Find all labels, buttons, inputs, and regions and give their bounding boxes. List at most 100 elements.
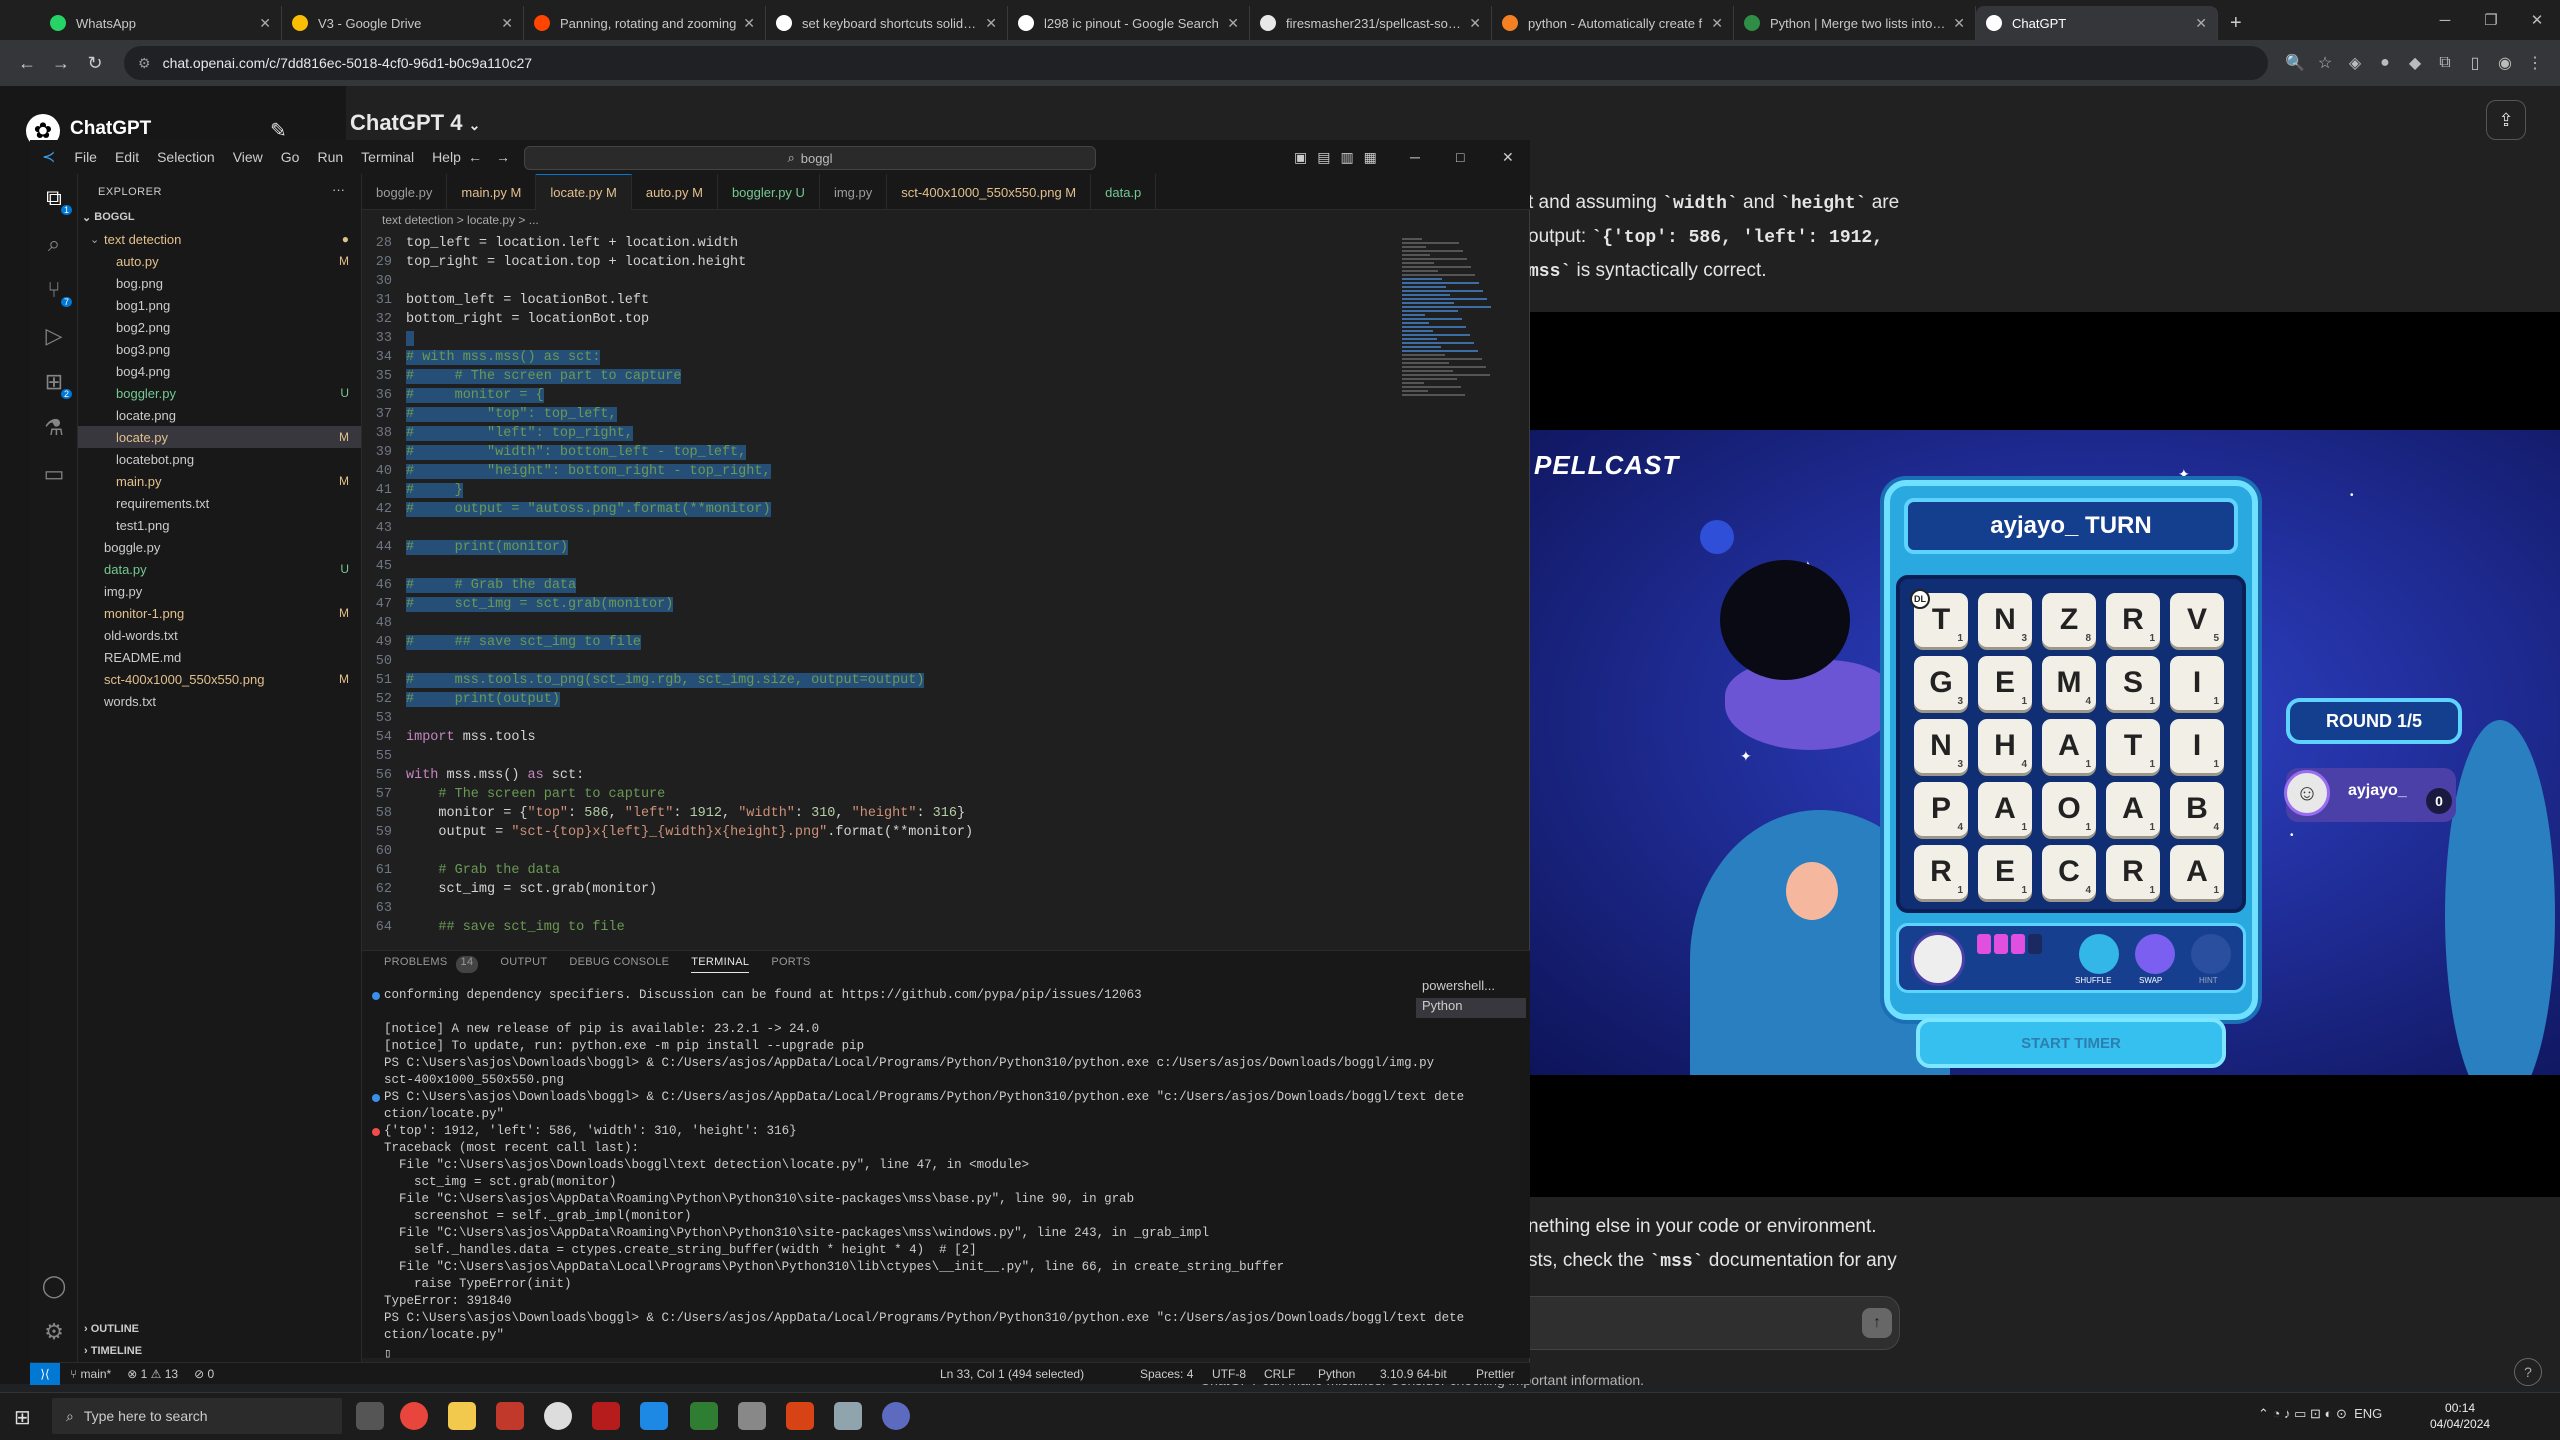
editor-tab[interactable]: boggler.py U — [718, 174, 820, 210]
app-icon[interactable] — [690, 1402, 718, 1430]
folder-item[interactable]: ⌄ text detection ● — [78, 228, 361, 250]
browser-tab[interactable]: Panning, rotating and zooming ✕ — [524, 6, 766, 40]
new-tab-icon[interactable]: + — [2218, 6, 2254, 40]
app-icon[interactable] — [496, 1402, 524, 1430]
testing-icon[interactable]: ⚗ — [40, 414, 68, 442]
tray-icons[interactable]: ⌃ ◔ ♪ ▭ ⊡ ◐ ⊙ — [2258, 1406, 2347, 1421]
letter-tile[interactable]: R1 — [1914, 845, 1968, 899]
editor-tab[interactable]: img.py — [820, 174, 888, 210]
letter-tile[interactable]: E1 — [1978, 845, 2032, 899]
terminal-instance[interactable]: Python — [1416, 998, 1526, 1018]
menu-item-run[interactable]: Run — [317, 149, 343, 165]
panel-tab[interactable]: PORTS — [771, 956, 810, 973]
editor-tab[interactable]: auto.py M — [632, 174, 718, 210]
run-debug-icon[interactable]: ▷ — [40, 322, 68, 350]
model-selector[interactable]: ChatGPT 4 ⌄ — [350, 110, 480, 136]
file-item[interactable]: words.txt — [78, 690, 361, 712]
hint-icon[interactable] — [2191, 934, 2231, 974]
file-item[interactable]: data.py U — [78, 558, 361, 580]
close-icon[interactable]: ✕ — [1227, 15, 1239, 32]
prettier-status[interactable]: Prettier — [1476, 1367, 1515, 1381]
file-item[interactable]: bog.png — [78, 272, 361, 294]
indentation[interactable]: Spaces: 4 — [1140, 1367, 1193, 1381]
eol[interactable]: CRLF — [1264, 1367, 1295, 1381]
file-item[interactable]: bog1.png — [78, 294, 361, 316]
close-icon[interactable]: ✕ — [2195, 15, 2207, 32]
problems-status[interactable]: ⊗ 1 ⚠ 13 — [127, 1367, 178, 1381]
panel-tab[interactable]: DEBUG CONSOLE — [569, 956, 669, 973]
forward-icon[interactable]: → — [44, 46, 78, 80]
letter-tile[interactable]: M4 — [2042, 656, 2096, 710]
accounts-icon[interactable]: ◯ — [40, 1272, 68, 1300]
file-item[interactable]: boggler.py U — [78, 382, 361, 404]
file-item[interactable]: sct-400x1000_550x550.png M — [78, 668, 361, 690]
browser-tab[interactable]: set keyboard shortcuts solidwo ✕ — [766, 6, 1008, 40]
browser-tab[interactable]: WhatsApp ✕ — [40, 6, 282, 40]
language-mode[interactable]: Python — [1318, 1367, 1355, 1381]
start-timer-button[interactable]: START TIMER — [1916, 1018, 2226, 1068]
settings-gear-icon[interactable]: ⚙ — [40, 1318, 68, 1346]
terminal-instance[interactable]: powershell... — [1416, 978, 1526, 998]
editor-tab[interactable]: main.py M — [447, 174, 537, 210]
discord-icon[interactable] — [882, 1402, 910, 1430]
python-interpreter[interactable]: 3.10.9 64-bit — [1380, 1367, 1447, 1381]
solidworks-icon[interactable] — [592, 1402, 620, 1430]
file-item[interactable]: locate.py M — [78, 426, 361, 448]
extension-icon[interactable]: ◈ — [2340, 48, 2370, 78]
maximize-button[interactable]: ❐ — [2468, 0, 2514, 40]
editor-tab[interactable]: boggle.py — [362, 174, 448, 210]
forward-icon[interactable]: → — [496, 149, 510, 165]
cursor-position[interactable]: Ln 33, Col 1 (494 selected) — [940, 1367, 1084, 1381]
letter-tile[interactable]: N3 — [1914, 719, 1968, 773]
layout-toggle-icons[interactable]: ▣▤▥▦ — [1294, 149, 1387, 166]
send-button[interactable]: ↑ — [1862, 1308, 1892, 1338]
file-item[interactable]: bog4.png — [78, 360, 361, 382]
letter-tile[interactable]: P4 — [1914, 782, 1968, 836]
letter-tile[interactable]: A1 — [1978, 782, 2032, 836]
minimap[interactable] — [1396, 230, 1516, 430]
menu-item-selection[interactable]: Selection — [157, 149, 215, 165]
back-icon[interactable]: ← — [10, 46, 44, 80]
browser-tab[interactable]: python - Automatically create f ✕ — [1492, 6, 1734, 40]
share-button[interactable]: ⇪ — [2486, 100, 2526, 140]
close-window-button[interactable]: ✕ — [1502, 149, 1514, 166]
panel-tab[interactable]: TERMINAL — [691, 956, 750, 973]
back-icon[interactable]: ← — [468, 149, 482, 165]
code-editor[interactable]: 28 top_left = location.left + location.wi… — [362, 230, 1396, 942]
vscode-app-icon[interactable] — [640, 1402, 668, 1430]
bookmark-star-icon[interactable]: ☆ — [2310, 48, 2340, 78]
file-explorer-icon[interactable] — [448, 1402, 476, 1430]
taskbar-search[interactable]: ⌕ Type here to search — [52, 1398, 342, 1434]
letter-tile[interactable]: O1 — [2042, 782, 2096, 836]
letter-tile[interactable]: A1 — [2170, 845, 2224, 899]
extensions-puzzle-icon[interactable]: ⧉ — [2430, 48, 2460, 78]
close-icon[interactable]: ✕ — [1953, 15, 1965, 32]
app-icon[interactable] — [786, 1402, 814, 1430]
browser-tab[interactable]: l298 ic pinout - Google Search ✕ — [1008, 6, 1250, 40]
browser-tab[interactable]: Python | Merge two lists into lis ✕ — [1734, 6, 1976, 40]
editor-tab[interactable]: data.p — [1091, 174, 1157, 210]
encoding[interactable]: UTF-8 — [1212, 1367, 1246, 1381]
close-icon[interactable]: ✕ — [1469, 15, 1481, 32]
browser-tab[interactable]: ChatGPT ✕ — [1976, 6, 2218, 40]
reload-icon[interactable]: ↻ — [78, 46, 112, 80]
remote-explorer-icon[interactable]: ▭ — [40, 460, 68, 488]
remote-icon[interactable]: ⟩⟨ — [30, 1362, 60, 1385]
letter-tile[interactable]: A1 — [2106, 782, 2160, 836]
file-item[interactable]: locatebot.png — [78, 448, 361, 470]
letter-tile[interactable]: Z8 — [2042, 593, 2096, 647]
app-icon[interactable] — [834, 1402, 862, 1430]
extension-icon[interactable]: ◆ — [2400, 48, 2430, 78]
file-item[interactable]: README.md — [78, 646, 361, 668]
chrome-menu-icon[interactable]: ⋮ — [2520, 48, 2550, 78]
menu-item-terminal[interactable]: Terminal — [361, 149, 414, 165]
message-input[interactable] — [1500, 1296, 1900, 1350]
command-center-search[interactable]: ⌕ boggl — [524, 146, 1096, 170]
menu-item-go[interactable]: Go — [281, 149, 300, 165]
letter-tile[interactable]: I1 — [2170, 656, 2224, 710]
file-item[interactable]: locate.png — [78, 404, 361, 426]
source-control-icon[interactable]: ⑂ 7 — [40, 276, 72, 307]
letter-tile[interactable]: C4 — [2042, 845, 2096, 899]
letter-tile[interactable]: G3 — [1914, 656, 1968, 710]
swap-icon[interactable] — [2135, 934, 2175, 974]
